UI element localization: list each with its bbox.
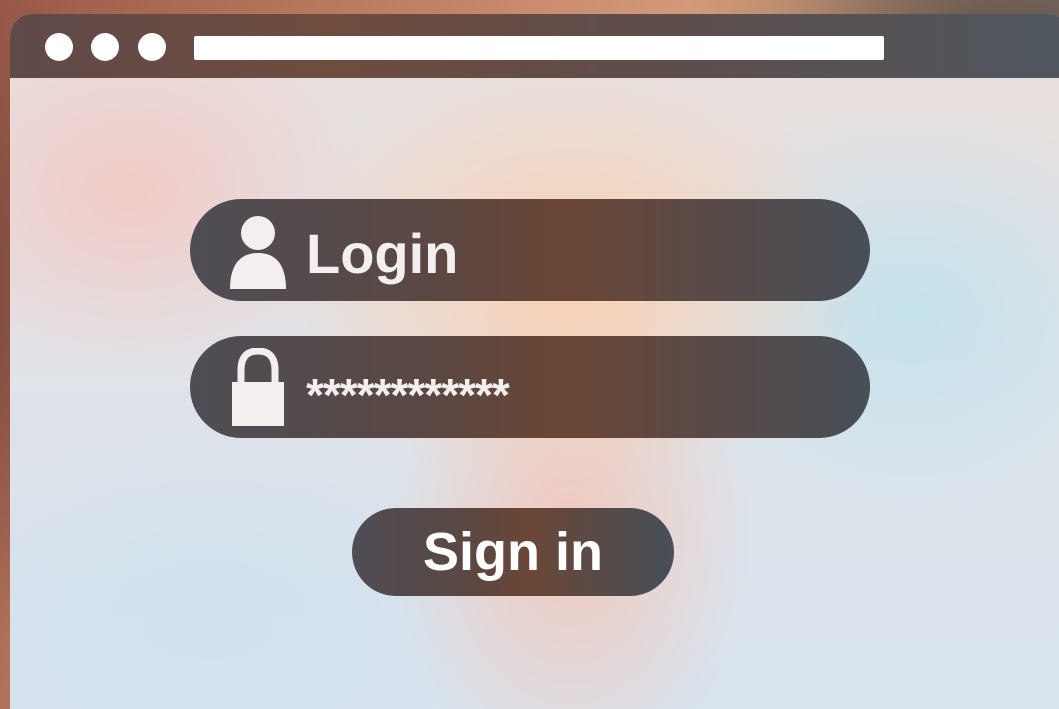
lock-icon <box>232 348 284 426</box>
sign-in-button[interactable]: Sign in <box>352 508 674 596</box>
password-field-value: ************ <box>306 369 510 421</box>
window-maximize-dot[interactable] <box>138 33 166 61</box>
address-bar[interactable] <box>194 36 884 60</box>
user-icon <box>230 216 286 289</box>
sign-in-label: Sign in <box>423 522 603 582</box>
login-field[interactable]: Login <box>190 199 870 301</box>
window-close-dot[interactable] <box>45 33 73 61</box>
window-minimize-dot[interactable] <box>91 33 119 61</box>
login-field-value: Login <box>306 222 459 285</box>
password-field[interactable]: ************ <box>190 336 870 438</box>
title-bar <box>10 14 1059 78</box>
